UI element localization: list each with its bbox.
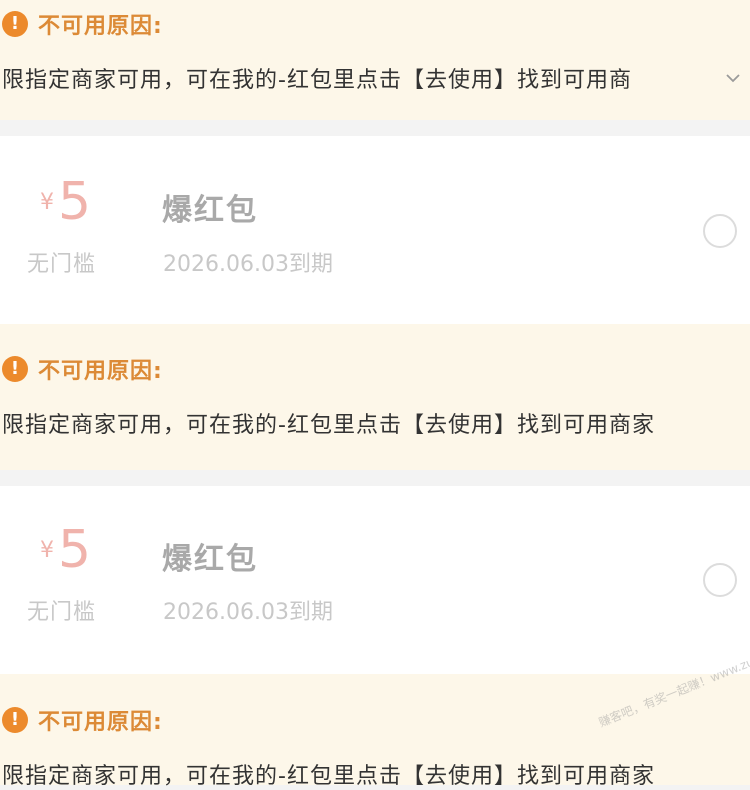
exclamation-icon: ! [2, 356, 28, 382]
exclamation-icon: ! [2, 11, 28, 37]
notice-text: 限指定商家可用，可在我的-红包里点击【去使用】找到可用商家 [2, 764, 655, 789]
currency-symbol: ¥ [40, 190, 54, 215]
notice-title: 不可用原因: [38, 710, 163, 735]
coupon-threshold: 无门槛 [27, 600, 97, 625]
coupon-expiry: 2026.06.03到期 [163, 252, 333, 277]
coupon-name: 爆红包 [162, 542, 258, 577]
unavailable-reason-notice: ! 不可用原因: 限指定商家可用，可在我的-红包里点击【去使用】找到可用商家 [0, 324, 750, 470]
coupon-select-radio[interactable] [703, 214, 737, 248]
currency-symbol: ¥ [40, 538, 54, 563]
notice-text: 限指定商家可用，可在我的-红包里点击【去使用】找到可用商 [2, 68, 632, 93]
notice-title: 不可用原因: [38, 14, 163, 39]
coupon-name: 爆红包 [162, 193, 258, 228]
coupon-select-radio[interactable] [703, 563, 737, 597]
amount-value: 5 [58, 520, 92, 580]
coupon-card[interactable]: ¥5 无门槛 爆红包 2026.06.03到期 [0, 136, 750, 324]
unavailable-reason-notice: ! 不可用原因: 限指定商家可用，可在我的-红包里点击【去使用】找到可用商家 [0, 674, 750, 789]
coupon-threshold: 无门槛 [27, 252, 97, 277]
notice-header: ! 不可用原因: [2, 707, 163, 735]
unavailable-reason-notice: ! 不可用原因: 限指定商家可用，可在我的-红包里点击【去使用】找到可用商 [0, 0, 750, 120]
notice-title: 不可用原因: [38, 359, 163, 384]
exclamation-icon: ! [2, 707, 28, 733]
notice-text: 限指定商家可用，可在我的-红包里点击【去使用】找到可用商家 [2, 413, 655, 438]
amount-value: 5 [58, 172, 92, 232]
chevron-down-icon[interactable] [726, 71, 740, 85]
notice-header: ! 不可用原因: [2, 356, 163, 384]
notice-header: ! 不可用原因: [2, 11, 163, 39]
coupon-expiry: 2026.06.03到期 [163, 600, 333, 625]
coupon-amount: ¥5 [40, 176, 91, 228]
coupon-amount: ¥5 [40, 524, 91, 576]
coupon-card[interactable]: ¥5 无门槛 爆红包 2026.06.03到期 [0, 486, 750, 674]
